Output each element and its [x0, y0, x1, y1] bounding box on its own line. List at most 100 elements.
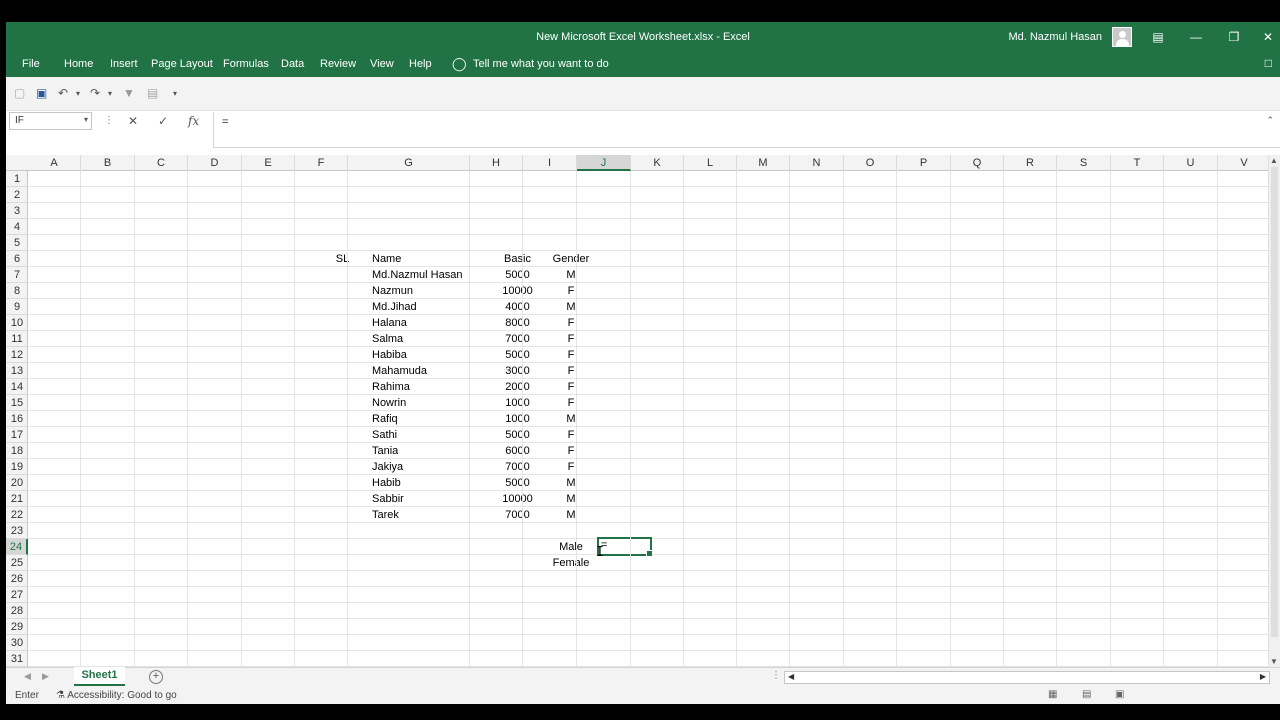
cell-name[interactable]: Habib — [369, 475, 491, 491]
row-header-20[interactable]: 20 — [6, 475, 28, 491]
row-header-18[interactable]: 18 — [6, 443, 28, 459]
page-layout-view-icon[interactable]: ▤ — [1082, 689, 1091, 700]
form-icon[interactable]: ▤ — [147, 86, 158, 100]
cell-gender[interactable]: F — [544, 395, 598, 411]
cell-gender[interactable]: M — [544, 475, 598, 491]
cell-gender[interactable]: M — [544, 411, 598, 427]
row-header-6[interactable]: 6 — [6, 251, 28, 267]
column-header-d[interactable]: D — [188, 155, 242, 171]
column-header-k[interactable]: K — [631, 155, 684, 171]
filter-icon[interactable]: ▼ — [123, 86, 135, 100]
scroll-right-icon[interactable]: ▶ — [1260, 672, 1266, 681]
cell-name[interactable]: Jakiya — [369, 459, 491, 475]
row-header-19[interactable]: 19 — [6, 459, 28, 475]
column-header-u[interactable]: U — [1164, 155, 1218, 171]
row-header-29[interactable]: 29 — [6, 619, 28, 635]
column-header-h[interactable]: H — [470, 155, 523, 171]
cell-name[interactable]: Halana — [369, 315, 491, 331]
page-break-view-icon[interactable]: ▣ — [1115, 689, 1124, 700]
row-header-8[interactable]: 8 — [6, 283, 28, 299]
prev-sheet-icon[interactable]: ◀ — [24, 671, 31, 682]
column-header-r[interactable]: R — [1004, 155, 1057, 171]
cell-name[interactable]: Sabbir — [369, 491, 491, 507]
horizontal-scrollbar[interactable]: ◀ ▶ — [784, 671, 1270, 684]
cell-name[interactable]: Salma — [369, 331, 491, 347]
redo-dropdown-icon[interactable]: ▾ — [108, 89, 112, 98]
cell-basic[interactable]: 5000 — [491, 427, 544, 443]
cell-gender[interactable]: F — [544, 347, 598, 363]
row-header-12[interactable]: 12 — [6, 347, 28, 363]
row-header-15[interactable]: 15 — [6, 395, 28, 411]
row-header-31[interactable]: 31 — [6, 651, 28, 667]
column-header-j[interactable]: J — [577, 155, 631, 171]
column-header-l[interactable]: L — [684, 155, 737, 171]
redo-icon[interactable]: ↷ — [90, 86, 100, 100]
column-header-f[interactable]: F — [295, 155, 348, 171]
row-header-1[interactable]: 1 — [6, 171, 28, 187]
cell-gender[interactable]: M — [544, 491, 598, 507]
tab-help[interactable]: Help — [409, 58, 432, 70]
column-header-e[interactable]: E — [242, 155, 295, 171]
row-header-14[interactable]: 14 — [6, 379, 28, 395]
sheet-tab-sheet1[interactable]: Sheet1 — [74, 667, 125, 686]
row-header-9[interactable]: 9 — [6, 299, 28, 315]
cell-basic[interactable]: 7000 — [491, 507, 544, 523]
row-header-2[interactable]: 2 — [6, 187, 28, 203]
row-header-13[interactable]: 13 — [6, 363, 28, 379]
row-header-21[interactable]: 21 — [6, 491, 28, 507]
column-header-a[interactable]: A — [28, 155, 81, 171]
column-header-q[interactable]: Q — [951, 155, 1004, 171]
cell-basic[interactable]: 10000 — [491, 491, 544, 507]
tell-me-search[interactable]: Tell me what you want to do — [473, 58, 609, 70]
cell-basic[interactable]: 1000 — [491, 411, 544, 427]
normal-view-icon[interactable]: ▦ — [1048, 689, 1057, 700]
label-male[interactable]: Male — [544, 539, 598, 555]
tab-page-layout[interactable]: Page Layout — [151, 58, 213, 70]
row-header-27[interactable]: 27 — [6, 587, 28, 603]
cell-basic[interactable]: 3000 — [491, 363, 544, 379]
column-header-g[interactable]: G — [348, 155, 470, 171]
cell-basic[interactable]: 7000 — [491, 331, 544, 347]
cell-name[interactable]: Md.Jihad — [369, 299, 491, 315]
formula-input[interactable]: = — [213, 112, 1280, 148]
header-sl[interactable]: SL — [316, 251, 369, 267]
chevron-down-icon[interactable]: ▾ — [84, 115, 88, 124]
cell-gender[interactable]: F — [544, 443, 598, 459]
column-header-v[interactable]: V — [1218, 155, 1268, 171]
tab-data[interactable]: Data — [281, 58, 304, 70]
cell-basic[interactable]: 7000 — [491, 459, 544, 475]
insert-function-icon[interactable]: fx — [188, 114, 199, 128]
cell-basic[interactable]: 5000 — [491, 475, 544, 491]
user-name[interactable]: Md. Nazmul Hasan — [1008, 31, 1102, 43]
row-header-16[interactable]: 16 — [6, 411, 28, 427]
worksheet-grid[interactable]: ABCDEFGHIJKLMNOPQRSTUV 1 2 3 4 5 6 7 8 9 10 11 12 13… — [6, 155, 1268, 667]
next-sheet-icon[interactable]: ▶ — [42, 671, 49, 682]
name-box[interactable]: IF ▾ — [9, 112, 92, 130]
undo-icon[interactable]: ↶ — [58, 86, 68, 100]
add-sheet-icon[interactable]: + — [149, 670, 163, 684]
column-header-m[interactable]: M — [737, 155, 790, 171]
row-header-10[interactable]: 10 — [6, 315, 28, 331]
scroll-up-icon[interactable]: ▲ — [1270, 156, 1278, 165]
active-cell[interactable]: = — [597, 537, 653, 557]
vertical-scroll-thumb[interactable] — [1271, 167, 1278, 637]
row-header-7[interactable]: 7 — [6, 267, 28, 283]
row-header-28[interactable]: 28 — [6, 603, 28, 619]
cell-name[interactable]: Rahima — [369, 379, 491, 395]
cell-basic[interactable]: 5000 — [491, 267, 544, 283]
cancel-icon[interactable]: ✕ — [128, 114, 138, 128]
row-header-22[interactable]: 22 — [6, 507, 28, 523]
column-header-t[interactable]: T — [1111, 155, 1164, 171]
cell-basic[interactable]: 8000 — [491, 315, 544, 331]
row-header-4[interactable]: 4 — [6, 219, 28, 235]
row-header-23[interactable]: 23 — [6, 523, 28, 539]
cell-name[interactable]: Tarek — [369, 507, 491, 523]
cell-name[interactable]: Sathi — [369, 427, 491, 443]
save-icon[interactable]: ▣ — [36, 86, 47, 100]
scroll-left-icon[interactable]: ◀ — [788, 672, 794, 681]
column-header-c[interactable]: C — [135, 155, 188, 171]
cell-name[interactable]: Md.Nazmul Hasan — [369, 267, 491, 283]
cell-gender[interactable]: F — [544, 331, 598, 347]
cell-basic[interactable]: 4000 — [491, 299, 544, 315]
vertical-scrollbar[interactable]: ▲ ▼ — [1268, 155, 1280, 667]
